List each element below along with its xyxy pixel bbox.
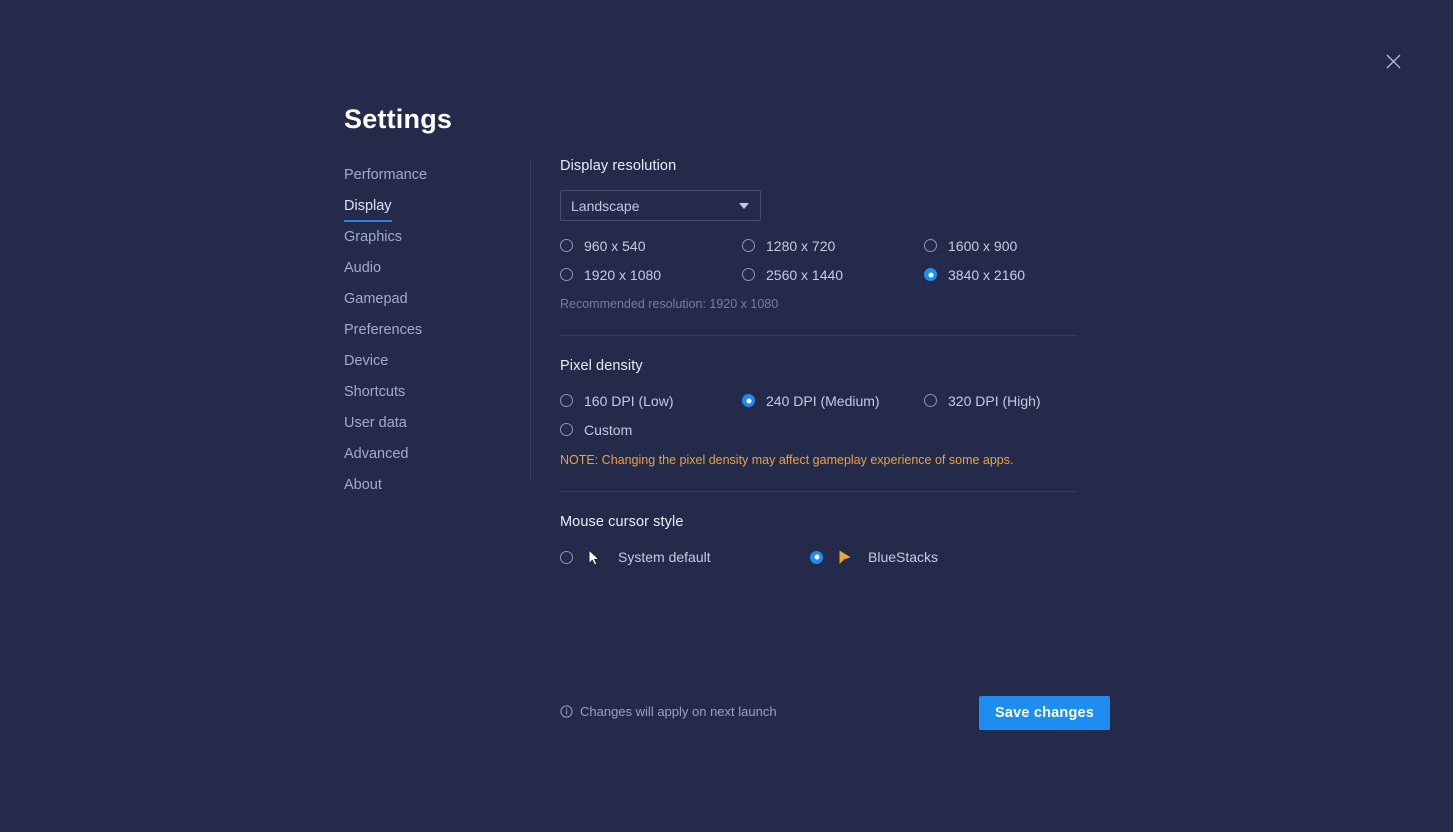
sidebar-item-label: Graphics xyxy=(344,229,403,245)
footer-note-text: Changes will apply on next launch xyxy=(580,704,777,719)
chevron-down-icon xyxy=(739,202,749,209)
resolution-option-label: 1600 x 900 xyxy=(948,237,1018,254)
sidebar-item-graphics[interactable]: Graphics xyxy=(344,226,402,257)
footer-note: Changes will apply on next launch xyxy=(560,704,777,719)
sidebar-item-advanced[interactable]: Advanced xyxy=(344,443,409,474)
orientation-select[interactable]: Landscape xyxy=(560,190,761,221)
radio-indicator[interactable] xyxy=(924,394,937,407)
sidebar-item-label: Shortcuts xyxy=(344,384,406,400)
pixel-density-note: NOTE: Changing the pixel density may aff… xyxy=(560,453,1014,467)
section-divider-2 xyxy=(560,491,1078,492)
orientation-select-value: Landscape xyxy=(571,197,640,214)
recommended-resolution-hint: Recommended resolution: 1920 x 1080 xyxy=(560,297,779,311)
sidebar-item-label: Audio xyxy=(344,260,382,276)
cursor-option-system-default[interactable]: System default xyxy=(560,546,810,568)
close-icon xyxy=(1386,54,1401,69)
sidebar-item-device[interactable]: Device xyxy=(344,350,388,381)
radio-indicator[interactable] xyxy=(560,268,573,281)
radio-indicator[interactable] xyxy=(924,239,937,252)
pixel-density-option-label: 160 DPI (Low) xyxy=(584,392,674,409)
resolution-option-1280x720[interactable]: 1280 x 720 xyxy=(742,235,924,256)
resolution-option-label: 960 x 540 xyxy=(584,237,646,254)
resolution-option-960x540[interactable]: 960 x 540 xyxy=(560,235,742,256)
sidebar-content-divider xyxy=(530,158,531,480)
sidebar-item-label: Gamepad xyxy=(344,291,408,307)
display-resolution-section: Display resolution Landscape 960 x 540 1… xyxy=(560,158,1078,311)
radio-indicator[interactable] xyxy=(560,423,573,436)
sidebar-item-label: Preferences xyxy=(344,322,423,338)
radio-indicator[interactable] xyxy=(742,394,755,407)
pixel-density-option-label: Custom xyxy=(584,421,633,438)
resolution-option-2560x1440[interactable]: 2560 x 1440 xyxy=(742,264,924,285)
sidebar-item-preferences[interactable]: Preferences xyxy=(344,319,422,350)
cursor-option-bluestacks[interactable]: BlueStacks xyxy=(810,546,1060,568)
radio-indicator[interactable] xyxy=(810,550,823,564)
radio-indicator[interactable] xyxy=(560,239,573,252)
section-title-mouse-cursor-style: Mouse cursor style xyxy=(560,514,684,530)
resolution-option-3840x2160[interactable]: 3840 x 2160 xyxy=(924,264,1106,285)
settings-content: Display resolution Landscape 960 x 540 1… xyxy=(560,158,1078,568)
section-divider-1 xyxy=(560,335,1078,336)
radio-indicator[interactable] xyxy=(742,268,755,281)
sidebar-item-performance[interactable]: Performance xyxy=(344,164,427,195)
close-button[interactable] xyxy=(1380,48,1406,74)
pixel-density-option-240dpi[interactable]: 240 DPI (Medium) xyxy=(742,390,924,411)
info-icon xyxy=(560,705,573,718)
save-changes-button[interactable]: Save changes xyxy=(979,696,1110,730)
resolution-option-1920x1080[interactable]: 1920 x 1080 xyxy=(560,264,742,285)
cursor-arrow-white-icon xyxy=(588,548,604,566)
sidebar-item-user-data[interactable]: User data xyxy=(344,412,407,443)
mouse-cursor-options: System default BlueStacks xyxy=(560,546,1078,568)
sidebar-item-audio[interactable]: Audio xyxy=(344,257,381,288)
sidebar-item-gamepad[interactable]: Gamepad xyxy=(344,288,408,319)
page-title: Settings xyxy=(344,104,453,134)
sidebar-item-label: Advanced xyxy=(344,446,409,462)
resolution-options: 960 x 540 1280 x 720 1600 x 900 1920 x 1… xyxy=(560,235,1078,285)
cursor-option-label: System default xyxy=(618,549,711,565)
pixel-density-option-label: 240 DPI (Medium) xyxy=(766,392,880,409)
mouse-cursor-style-section: Mouse cursor style System default BlueSt… xyxy=(560,514,1078,568)
sidebar-item-label: Device xyxy=(344,353,389,369)
resolution-option-label: 2560 x 1440 xyxy=(766,266,844,283)
pixel-density-section: Pixel density 160 DPI (Low) 240 DPI (Med… xyxy=(560,358,1078,467)
section-title-display-resolution: Display resolution xyxy=(560,158,677,174)
resolution-option-label: 1920 x 1080 xyxy=(584,266,662,283)
pixel-density-option-label: 320 DPI (High) xyxy=(948,392,1041,409)
pixel-density-option-custom[interactable]: Custom xyxy=(560,419,742,440)
pixel-density-option-320dpi[interactable]: 320 DPI (High) xyxy=(924,390,1106,411)
radio-indicator[interactable] xyxy=(560,550,573,564)
sidebar-item-label: User data xyxy=(344,415,407,431)
settings-sidebar: Performance Display Graphics Audio Gamep… xyxy=(344,164,514,505)
resolution-option-1600x900[interactable]: 1600 x 900 xyxy=(924,235,1106,256)
sidebar-item-label: About xyxy=(344,477,382,493)
cursor-option-label: BlueStacks xyxy=(868,549,939,565)
radio-indicator[interactable] xyxy=(560,394,573,407)
sidebar-item-display[interactable]: Display xyxy=(344,195,392,226)
resolution-option-label: 3840 x 2160 xyxy=(948,266,1026,283)
settings-footer: Changes will apply on next launch Save c… xyxy=(560,696,1110,730)
cursor-arrow-orange-icon xyxy=(838,548,854,566)
resolution-option-label: 1280 x 720 xyxy=(766,237,836,254)
section-title-pixel-density: Pixel density xyxy=(560,358,643,374)
radio-indicator[interactable] xyxy=(742,239,755,252)
radio-indicator[interactable] xyxy=(924,268,937,281)
pixel-density-options: 160 DPI (Low) 240 DPI (Medium) 320 DPI (… xyxy=(560,390,1078,440)
sidebar-item-label: Performance xyxy=(344,167,428,183)
sidebar-item-about[interactable]: About xyxy=(344,474,382,505)
sidebar-item-shortcuts[interactable]: Shortcuts xyxy=(344,381,405,412)
sidebar-item-label: Display xyxy=(344,195,392,222)
pixel-density-option-160dpi[interactable]: 160 DPI (Low) xyxy=(560,390,742,411)
